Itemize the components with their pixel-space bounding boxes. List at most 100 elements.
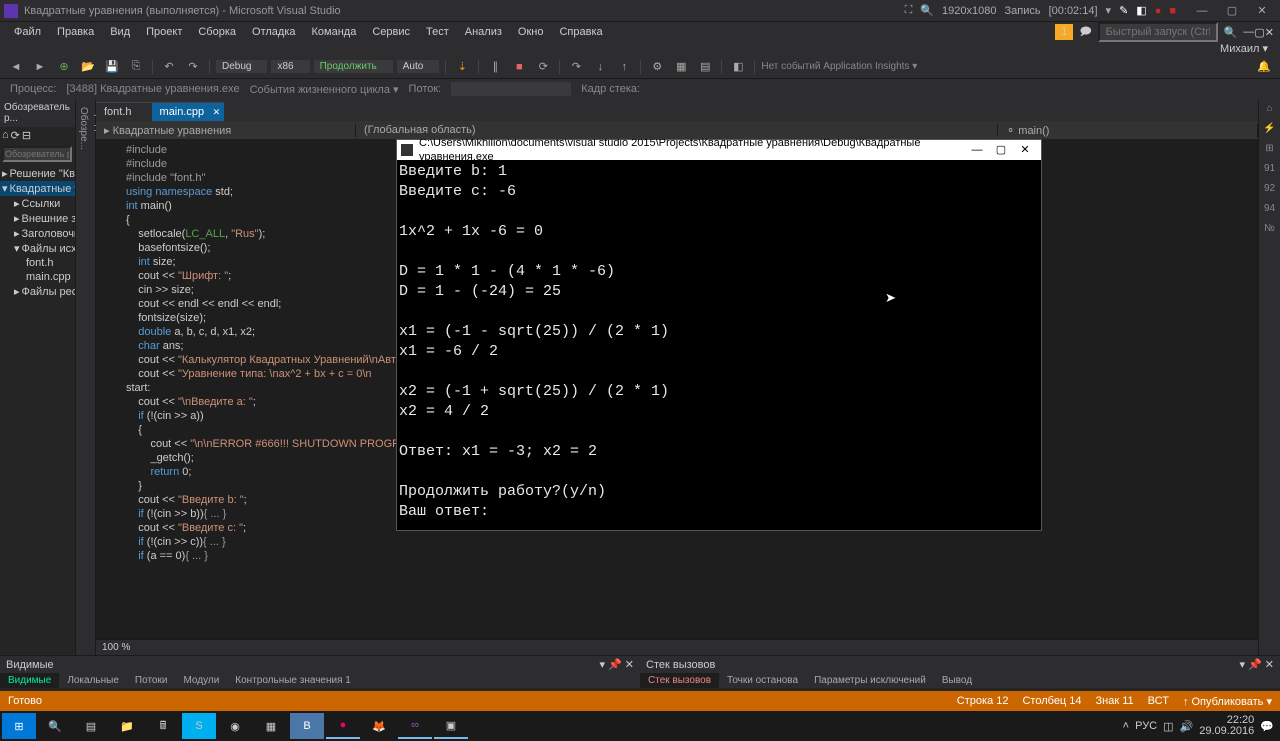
platform-combo[interactable]: x86 [271,60,309,73]
tool-icon-2[interactable]: ▦ [671,58,691,76]
vs-taskbar-icon[interactable]: ∞ [398,713,432,739]
config-combo[interactable]: Debug [216,60,267,73]
tool-7[interactable]: № [1262,223,1278,239]
step-into-button[interactable]: ↓ [590,58,610,76]
source-node[interactable]: ▾Файлы исхо [0,241,75,256]
solution-node[interactable]: ▸Решение "Квадрат [0,166,75,181]
vs-restore[interactable]: ▢ [1254,26,1264,39]
home-icon[interactable]: ⌂ [2,129,9,142]
tool-icon[interactable]: ⚙ [647,58,667,76]
chevron-down-icon[interactable]: ▾ [1106,4,1112,17]
forward-button[interactable]: ► [30,58,50,76]
restart-button[interactable]: ⟳ [533,58,553,76]
tool-4[interactable]: 91 [1262,163,1278,179]
tray-volume-icon[interactable]: 🔊 [1180,720,1194,733]
tab-threads[interactable]: Потоки [127,673,176,688]
firefox-icon[interactable]: 🦊 [362,713,396,739]
menu-file[interactable]: Файл [6,24,49,40]
panel-pin-icon-2[interactable]: ▾ 📌 ✕ [1239,658,1274,671]
panel-pin-icon[interactable]: ▾ 📌 ✕ [599,658,634,671]
start-button[interactable]: ⊞ [2,713,36,739]
vs-close[interactable]: ✕ [1265,26,1274,39]
nav-scope[interactable]: (Глобальная область) [356,124,998,136]
tray-chevron-icon[interactable]: ˄ [1123,720,1129,732]
tab-watch[interactable]: Контрольные значения 1 [227,673,359,688]
tool-icon-3[interactable]: ▤ [695,58,715,76]
tool-5[interactable]: 92 [1262,183,1278,199]
notification-badge[interactable]: 1 [1055,24,1073,40]
file-fonth[interactable]: font.h [0,256,75,270]
console-minimize[interactable]: — [965,143,989,157]
taskview-icon[interactable]: ▤ [74,713,108,739]
tab-modules[interactable]: Модули [175,673,227,688]
quick-launch-input[interactable] [1098,22,1218,42]
app-icon[interactable]: ▦ [254,713,288,739]
vs-minimize[interactable]: — [1243,26,1254,38]
tool-3[interactable]: ⊞ [1262,143,1278,159]
undo-button[interactable]: ↶ [159,58,179,76]
skype-icon[interactable]: S [182,713,216,739]
appinsights-label[interactable]: Нет событий Application Insights ▾ [761,61,917,72]
auto-combo[interactable]: Auto [397,60,440,73]
user-menu[interactable]: Михаил ▾ [1220,42,1268,55]
menu-help[interactable]: Справка [551,24,610,40]
step-button[interactable]: ⇣ [452,58,472,76]
console-taskbar-icon[interactable]: ▣ [434,713,468,739]
tray-clock[interactable]: 22:2029.09.2016 [1199,715,1254,737]
feedback-icon[interactable]: 🗩 [1079,23,1091,42]
menu-edit[interactable]: Правка [49,24,102,40]
tab-fonth[interactable]: font.h [96,102,152,121]
eraser-icon[interactable]: ◧ [1136,4,1146,17]
project-node[interactable]: ▾Квадратные ур [0,181,75,196]
lifecycle-combo[interactable]: События жизненного цикла ▾ [250,83,399,96]
search-icon[interactable]: 🔍 [1224,26,1238,39]
marker-icon[interactable]: ✎ [1119,4,1128,17]
refresh-icon[interactable]: ⟳ [11,129,20,142]
stop-icon[interactable]: ■ [1169,5,1176,17]
search-taskbar[interactable]: 🔍 [38,713,72,739]
minimize-button[interactable]: — [1188,2,1216,20]
code-editor[interactable]: #include #include #include "font.h"using… [96,139,1258,639]
thread-combo[interactable] [451,82,571,96]
tray-network-icon[interactable]: ◫ [1163,720,1173,733]
publish-button[interactable]: ↑ Опубликовать ▾ [1183,695,1272,708]
menu-view[interactable]: Вид [102,24,138,40]
vk-icon[interactable]: B [290,713,324,739]
nav-func[interactable]: ⚬ main() [998,124,1258,137]
menu-team[interactable]: Команда [304,24,365,40]
tool-2[interactable]: ⚡ [1262,123,1278,139]
tab-locals[interactable]: Локальные [59,673,127,688]
tab-exceptions[interactable]: Параметры исключений [806,673,934,688]
step-out-button[interactable]: ↑ [614,58,634,76]
tab-maincpp[interactable]: main.cpp✕ [152,102,225,121]
tab-visible[interactable]: Видимые [0,673,59,688]
nav-project[interactable]: ▸ Квадратные уравнения [96,124,356,137]
tool-1[interactable]: ⌂ [1262,103,1278,119]
tool-6[interactable]: 94 [1262,203,1278,219]
menu-analyze[interactable]: Анализ [457,24,510,40]
obs-icon[interactable]: ● [326,713,360,739]
step-over-button[interactable]: ↷ [566,58,586,76]
tab-explorer[interactable]: Обозре... [76,99,91,655]
tab-output[interactable]: Вывод [934,673,980,688]
open-button[interactable]: 📂 [78,58,98,76]
tab-callstack[interactable]: Стек вызовов [640,673,719,688]
console-close[interactable]: ✕ [1013,143,1037,157]
process-combo[interactable]: [3488] Квадратные уравнения.exe [67,83,240,95]
tab-breakpoints[interactable]: Точки останова [719,673,806,688]
refs-node[interactable]: ▸Ссылки [0,196,75,211]
new-file-button[interactable]: ⊕ [54,58,74,76]
tray-notif-icon[interactable]: 💬 [1260,720,1274,733]
save-all-button[interactable]: ⎘ [126,58,146,76]
collapse-icon[interactable]: ⊟ [22,129,31,142]
resources-node[interactable]: ▸Файлы ресу [0,284,75,299]
menu-build[interactable]: Сборка [190,24,244,40]
menu-project[interactable]: Проект [138,24,190,40]
headers-node[interactable]: ▸Заголовочн [0,226,75,241]
explorer-icon[interactable]: 📁 [110,713,144,739]
back-button[interactable]: ◄ [6,58,26,76]
bookmark-icon[interactable]: ◧ [728,58,748,76]
magnify-icon[interactable]: 🔍 [920,4,934,17]
menu-window[interactable]: Окно [510,24,552,40]
record-icon[interactable]: ● [1155,5,1162,17]
